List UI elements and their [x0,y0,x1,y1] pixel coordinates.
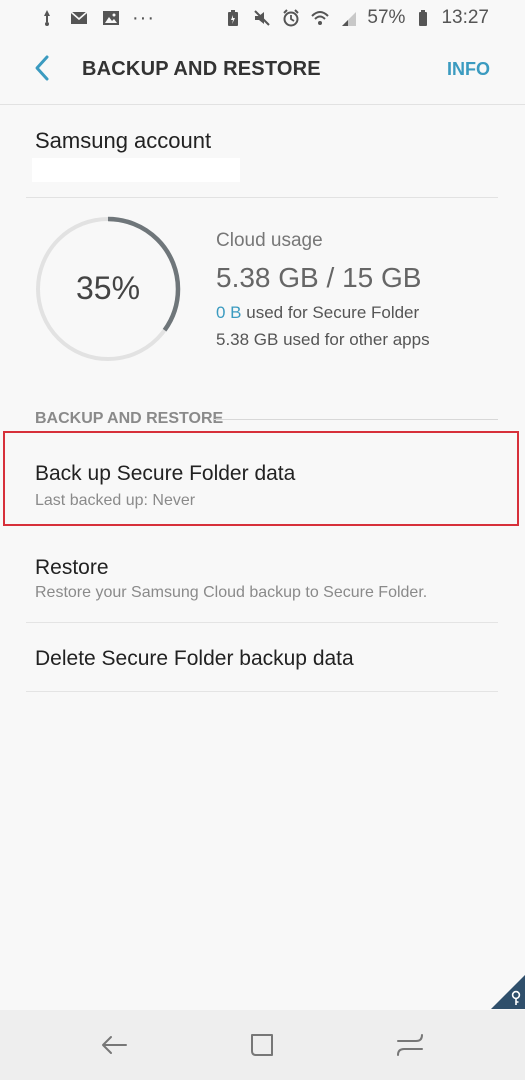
home-icon [251,1034,273,1056]
section-header-line [214,419,498,420]
page-title: BACKUP AND RESTORE [82,58,321,80]
image-icon [100,7,122,29]
item-title: Delete Secure Folder backup data [35,647,354,670]
item-title: Restore [35,556,109,579]
app-bar: BACKUP AND RESTORE INFO [0,36,525,105]
cloud-usage: 35% Cloud usage 5.38 GB / 15 GB 0 B used… [0,198,525,388]
secure-folder-usage-text: used for Secure Folder [241,303,420,322]
cloud-usage-label: Cloud usage [216,230,323,251]
samsung-account[interactable]: Samsung account [0,104,525,196]
alarm-icon [280,7,302,29]
nav-back-button[interactable] [97,1028,131,1062]
mail-icon [68,7,90,29]
status-bar: ··· 57% 13:27 [0,0,525,36]
battery-percent: 57% [367,7,406,28]
key-icon[interactable] [491,975,525,1009]
secure-folder-usage-value: 0 B [216,303,242,322]
chevron-left-icon [32,54,52,87]
other-apps-usage: 5.38 GB used for other apps [216,330,430,349]
battery-icon [412,7,434,29]
status-left: ··· [0,7,155,30]
account-email [32,158,240,182]
usage-percent: 35% [75,270,141,306]
back-icon [102,1036,127,1054]
item-subtitle: Restore your Samsung Cloud backup to Sec… [35,584,428,601]
divider [26,691,498,692]
secure-folder-usage: 0 B used for Secure Folder [216,303,419,323]
highlight-box [3,431,519,526]
account-title: Samsung account [35,128,212,153]
nav-recents-button[interactable] [393,1028,427,1062]
status-right: 57% 13:27 [222,7,525,29]
restore-item[interactable]: Restore Restore your Samsung Cloud backu… [0,530,525,622]
screen: ··· 57% 13:27 BACKUP AND RESTORE INFO Sa… [0,0,525,1080]
delete-backup-item[interactable]: Delete Secure Folder backup data [0,623,525,691]
section-header: BACKUP AND RESTORE [35,410,224,427]
more-notifications-icon: ··· [132,6,155,29]
cloud-usage-amount: 5.38 GB / 15 GB [216,262,422,293]
nav-home-button[interactable] [245,1028,279,1062]
back-button[interactable] [26,52,58,88]
battery-saver-icon [222,7,244,29]
notification-icon [36,7,58,29]
signal-icon [338,7,360,29]
recents-icon [397,1034,423,1056]
clock: 13:27 [441,7,489,28]
wifi-icon [309,7,331,29]
navigation-bar [0,1010,525,1080]
info-button[interactable]: INFO [447,59,490,80]
mute-icon [251,7,273,29]
